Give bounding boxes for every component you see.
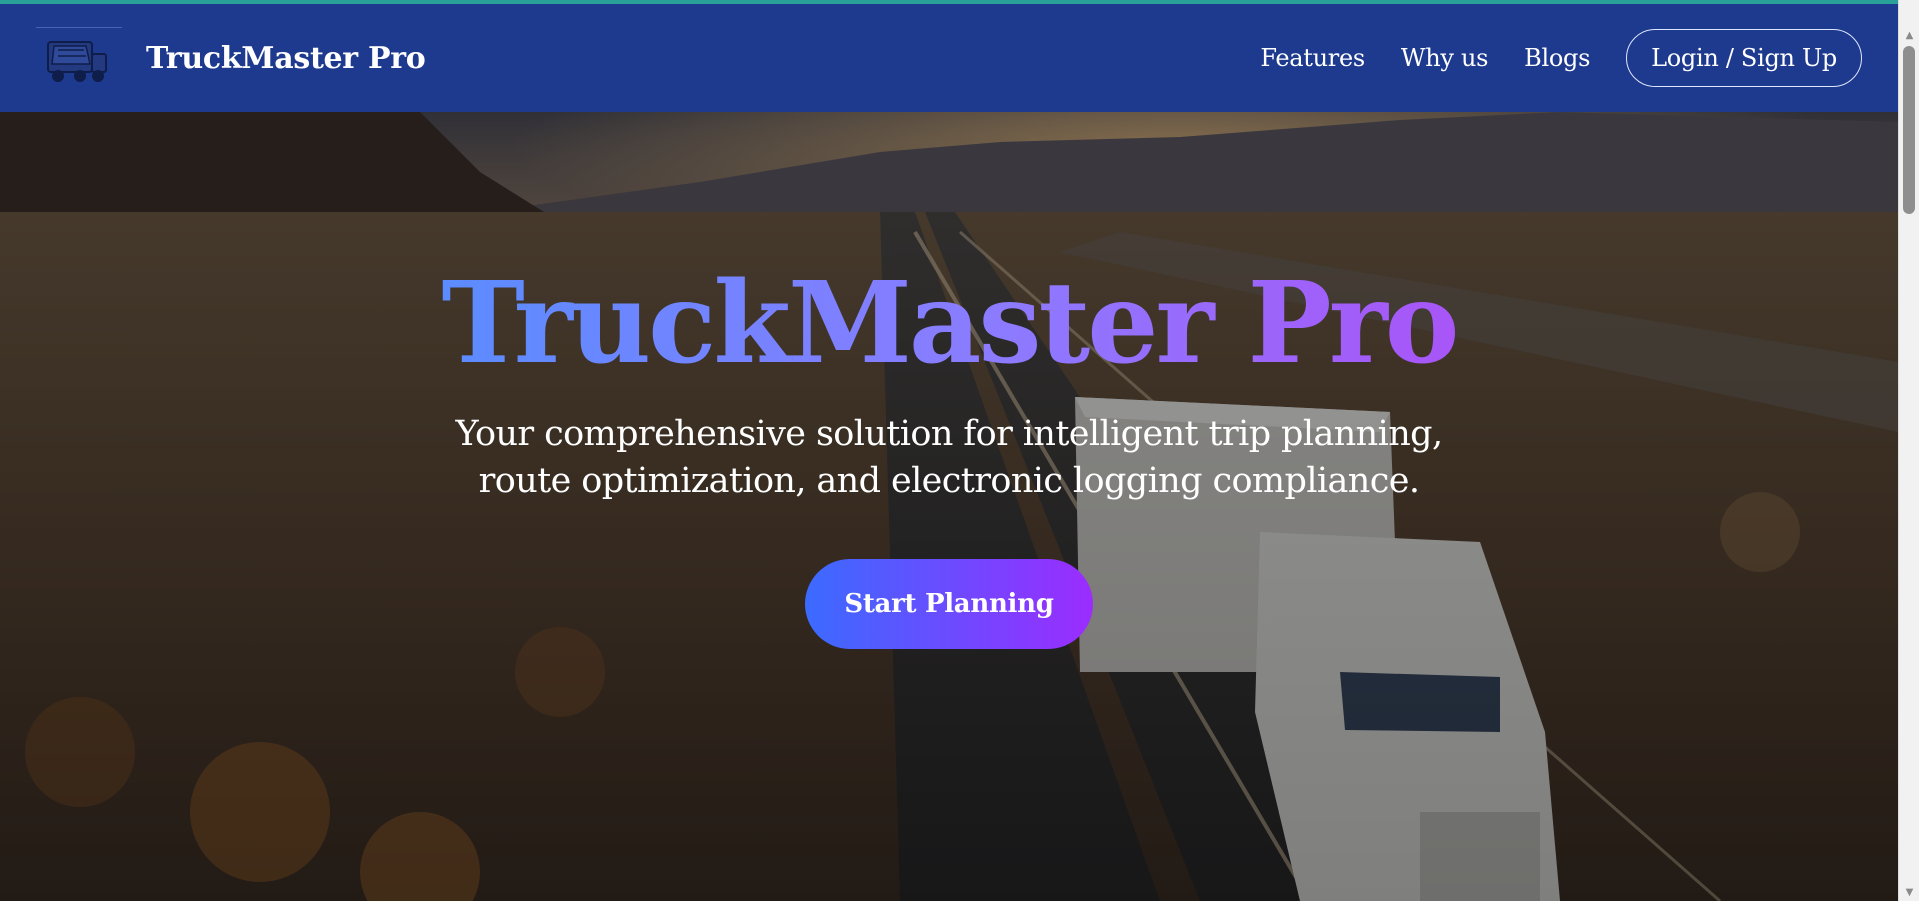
nav-links: Features Why us Blogs Login / Sign Up — [1260, 29, 1862, 87]
brand-logo[interactable] — [36, 27, 122, 89]
nav-link-blogs[interactable]: Blogs — [1524, 44, 1590, 72]
hero-section: TruckMaster Pro Your comprehensive solut… — [0, 112, 1898, 901]
brand-name[interactable]: TruckMaster Pro — [146, 41, 426, 76]
scroll-up-arrow-icon[interactable]: ▲ — [1899, 26, 1919, 44]
scrollbar-thumb[interactable] — [1903, 46, 1915, 214]
hero-subtitle-line-1: Your comprehensive solution for intellig… — [455, 414, 1444, 455]
scroll-down-arrow-icon[interactable]: ▼ — [1899, 883, 1919, 901]
hero-content: TruckMaster Pro Your comprehensive solut… — [0, 258, 1898, 650]
login-signup-button[interactable]: Login / Sign Up — [1626, 29, 1862, 87]
nav-link-why-us[interactable]: Why us — [1401, 44, 1489, 72]
start-planning-button[interactable]: Start Planning — [805, 559, 1093, 650]
hero-title: TruckMaster Pro — [441, 258, 1460, 389]
hero-subtitle-line-2: route optimization, and electronic loggi… — [478, 461, 1420, 502]
navbar: TruckMaster Pro Features Why us Blogs Lo… — [0, 4, 1898, 112]
vertical-scrollbar[interactable]: ▲ ▼ — [1898, 0, 1919, 901]
truck-icon — [47, 41, 107, 82]
nav-link-features[interactable]: Features — [1260, 44, 1365, 72]
hero-subtitle: Your comprehensive solution for intellig… — [444, 411, 1454, 505]
